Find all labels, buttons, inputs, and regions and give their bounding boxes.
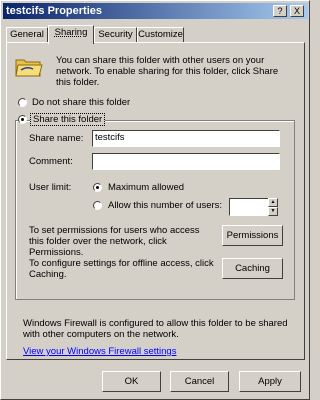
user-count-field[interactable]	[229, 198, 269, 216]
share-name-field[interactable]: testcifs	[92, 130, 280, 147]
help-button[interactable]: ?	[273, 5, 287, 17]
share-this-folder-radio[interactable]	[18, 115, 27, 124]
sharing-intro-text: You can share this folder with other use…	[56, 55, 279, 88]
close-button[interactable]: X	[290, 5, 304, 17]
firewall-info-text: Windows Firewall is configured to allow …	[23, 318, 288, 340]
share-name-label: Share name:	[29, 133, 84, 144]
window-title: testcifs Properties	[6, 5, 102, 17]
title-bar[interactable]: testcifs Properties ? X	[3, 3, 308, 19]
tab-general[interactable]: General	[6, 27, 48, 43]
tab-sharing[interactable]: Sharing	[48, 25, 94, 44]
user-count-spinner[interactable]: ▲ ▼	[268, 198, 278, 216]
caching-button[interactable]: Caching	[222, 258, 283, 279]
comment-field[interactable]	[92, 153, 280, 170]
tab-customize[interactable]: Customize	[137, 27, 184, 43]
spin-down-icon[interactable]: ▼	[268, 207, 278, 216]
allow-number-label[interactable]: Allow this number of users:	[108, 200, 222, 211]
user-limit-label: User limit:	[29, 182, 72, 193]
caching-text: To configure settings for offline access…	[29, 258, 214, 280]
shared-folder-icon	[15, 59, 43, 77]
maximum-allowed-label[interactable]: Maximum allowed	[108, 182, 184, 193]
spin-up-icon[interactable]: ▲	[268, 198, 278, 207]
firewall-settings-link[interactable]: View your Windows Firewall settings	[23, 346, 176, 357]
tab-general-label: General	[10, 29, 44, 40]
allow-number-radio[interactable]	[93, 201, 102, 210]
tab-security[interactable]: Security	[94, 27, 137, 43]
cancel-button[interactable]: Cancel	[170, 371, 229, 392]
share-this-folder-label[interactable]: Share this folder	[30, 113, 106, 126]
tab-sharing-label: Sharing	[54, 27, 88, 38]
do-not-share-label[interactable]: Do not share this folder	[32, 97, 130, 108]
permissions-button[interactable]: Permissions	[222, 225, 283, 246]
properties-dialog: testcifs Properties ? X General Sharing …	[0, 0, 310, 400]
apply-button[interactable]: Apply	[239, 371, 301, 392]
ok-button[interactable]: OK	[102, 371, 161, 392]
comment-label: Comment:	[29, 156, 73, 167]
tab-customize-label: Customize	[138, 29, 183, 40]
permissions-text: To set permissions for users who access …	[29, 225, 200, 258]
tab-security-label: Security	[98, 29, 133, 40]
maximum-allowed-radio[interactable]	[93, 183, 102, 192]
do-not-share-radio[interactable]	[18, 98, 27, 107]
